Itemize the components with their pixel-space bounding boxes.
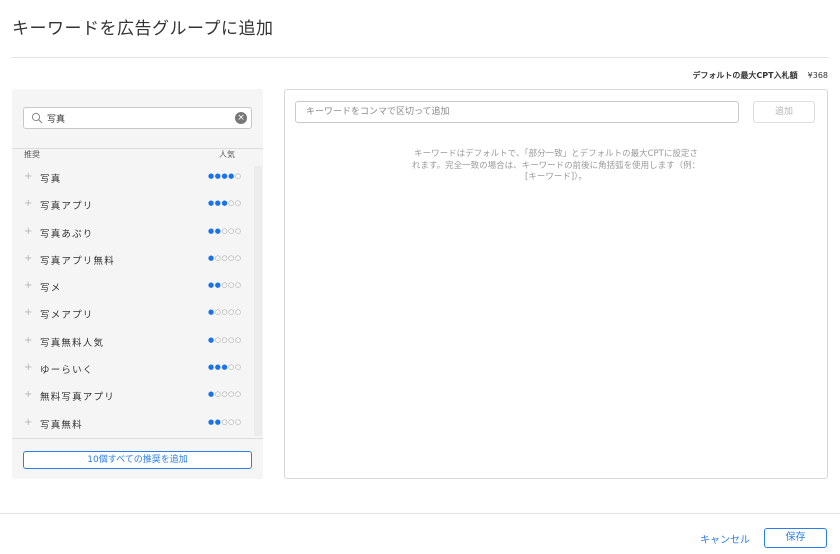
max-cpt-bid-value: ¥368 <box>807 71 828 80</box>
popularity-dot-empty: ○ <box>228 308 235 317</box>
popularity-dot-filled: ● <box>208 335 215 344</box>
popularity-dot-empty: ○ <box>228 253 235 262</box>
popularity-dot-empty: ○ <box>234 172 242 180</box>
keyword-match-hint: キーワードはデフォルトで、「部分一致」とデフォルトの最大CPTに設定されます。完… <box>411 149 701 182</box>
suggestion-keyword: 写メアプリ <box>40 310 94 322</box>
popularity-dot-empty: ○ <box>228 335 235 344</box>
suggestion-keyword: 写真あぷり <box>40 228 94 240</box>
suggestion-keyword: 写真無料人気 <box>40 337 105 349</box>
popularity-indicator: ●●○○○ <box>208 281 242 289</box>
dialog-title: キーワードを広告グループに追加 <box>12 19 274 39</box>
keyword-entry-panel: 追加 キーワードはデフォルトで、「部分一致」とデフォルトの最大CPTに設定されま… <box>284 89 828 479</box>
popularity-indicator: ●○○○○ <box>208 254 242 262</box>
max-cpt-bid-label: デフォルトの最大CPT入札額 <box>692 71 798 80</box>
popularity-dot-filled: ● <box>208 281 215 290</box>
suggestion-keyword: ゆーらいく <box>40 365 94 377</box>
suggestion-row[interactable]: + 写真アプリ ●●●○○ <box>12 191 254 218</box>
popularity-column-header: 人気 <box>219 150 235 159</box>
popularity-dot-empty: ○ <box>228 226 235 235</box>
plus-icon[interactable]: + <box>24 417 32 428</box>
popularity-indicator: ●○○○○ <box>208 308 242 316</box>
popularity-dot-filled: ● <box>208 172 215 180</box>
suggestion-keyword: 写メ <box>40 283 62 295</box>
list-header-divider <box>12 148 263 149</box>
popularity-dot-empty: ○ <box>228 417 235 426</box>
suggestion-row[interactable]: + 写メアプリ ●○○○○ <box>12 300 254 327</box>
popularity-dot-filled: ● <box>208 363 215 372</box>
clear-icon[interactable]: × <box>235 112 247 124</box>
plus-icon[interactable]: + <box>24 171 32 182</box>
popularity-dot-empty: ○ <box>228 281 235 290</box>
plus-icon[interactable]: + <box>24 198 32 209</box>
popularity-dot-filled: ● <box>208 390 215 399</box>
header-divider <box>12 57 828 58</box>
cancel-button[interactable]: キャンセル <box>700 531 750 546</box>
popularity-dot-filled: ● <box>208 308 215 317</box>
footer-divider <box>0 513 840 514</box>
suggestions-list: + 写真 ●●●●○ + 写真アプリ ●●●○○ + 写真あぷり ●●○○○ + 写真アプリ無料 ●○… <box>12 164 254 437</box>
suggestion-keyword: 写真アプリ無料 <box>40 255 115 267</box>
popularity-dot-empty: ○ <box>228 199 235 208</box>
plus-icon[interactable]: + <box>24 389 32 400</box>
plus-icon[interactable]: + <box>24 280 32 291</box>
suggestion-row[interactable]: + 写真無料人気 ●○○○○ <box>12 328 254 355</box>
popularity-dot-empty: ○ <box>234 308 242 317</box>
popularity-indicator: ●●○○○ <box>208 227 242 235</box>
suggestion-row[interactable]: + 写真あぷり ●●○○○ <box>12 219 254 246</box>
popularity-dot-empty: ○ <box>234 226 242 235</box>
popularity-dot-empty: ○ <box>234 335 242 344</box>
plus-icon[interactable]: + <box>24 226 32 237</box>
suggestion-row[interactable]: + 写真アプリ無料 ●○○○○ <box>12 246 254 273</box>
popularity-dot-filled: ● <box>208 417 215 426</box>
popularity-indicator: ●●●○○ <box>208 363 242 371</box>
popularity-indicator: ●○○○○ <box>208 390 242 398</box>
suggestions-scrollbar[interactable] <box>254 166 262 436</box>
plus-icon[interactable]: + <box>24 362 32 373</box>
save-button[interactable]: 保存 <box>764 528 827 548</box>
max-cpt-bid: デフォルトの最大CPT入札額 ¥368 <box>692 70 828 81</box>
popularity-indicator: ●○○○○ <box>208 336 242 344</box>
suggestion-row[interactable]: + 写真 ●●●●○ <box>12 164 254 191</box>
popularity-dot-empty: ○ <box>234 363 242 372</box>
popularity-dot-filled: ● <box>228 172 235 180</box>
popularity-dot-empty: ○ <box>228 390 235 399</box>
suggestion-row[interactable]: + 写メ ●●○○○ <box>12 273 254 300</box>
popularity-dot-empty: ○ <box>234 199 242 208</box>
add-keyword-button[interactable]: 追加 <box>753 101 815 123</box>
popularity-indicator: ●●●○○ <box>208 199 242 207</box>
suggestion-row[interactable]: + ゆーらいく ●●●○○ <box>12 355 254 382</box>
suggestion-row[interactable]: + 写真無料 ●●○○○ <box>12 410 254 437</box>
popularity-dot-filled: ● <box>208 253 215 262</box>
recommend-column-header: 推奨 <box>24 150 40 159</box>
popularity-dot-filled: ● <box>208 226 215 235</box>
plus-icon[interactable]: + <box>24 335 32 346</box>
popularity-indicator: ●●○○○ <box>208 418 242 426</box>
add-all-suggestions-button[interactable]: 10個すべての推奨を追加 <box>23 451 252 469</box>
suggestion-keyword: 無料写真アプリ <box>40 392 115 404</box>
suggestion-row[interactable]: + 無料写真アプリ ●○○○○ <box>12 382 254 409</box>
popularity-dot-empty: ○ <box>228 363 235 372</box>
search-icon <box>31 112 43 124</box>
popularity-dot-filled: ● <box>208 199 215 208</box>
popularity-indicator: ●●●●○ <box>208 172 242 180</box>
keyword-entry-input[interactable] <box>295 101 739 123</box>
list-footer-divider <box>12 438 263 439</box>
plus-icon[interactable]: + <box>24 253 32 264</box>
suggestion-keyword: 写真無料 <box>40 419 83 431</box>
popularity-dot-empty: ○ <box>234 390 242 399</box>
popularity-dot-empty: ○ <box>234 253 242 262</box>
plus-icon[interactable]: + <box>24 307 32 318</box>
keyword-search-input[interactable] <box>47 109 227 127</box>
popularity-dot-empty: ○ <box>234 417 242 426</box>
suggestions-panel: × 推奨 人気 +写真●●●●○+写真アプリ●●●○○+写真あぷり●●○○○+写… <box>12 89 263 479</box>
popularity-dot-empty: ○ <box>234 281 242 290</box>
suggestions-list-header: 推奨 人気 <box>23 147 252 161</box>
suggestion-keyword: 写真 <box>40 174 62 185</box>
suggestion-keyword: 写真アプリ <box>40 201 94 213</box>
keyword-search-box[interactable]: × <box>23 107 252 129</box>
